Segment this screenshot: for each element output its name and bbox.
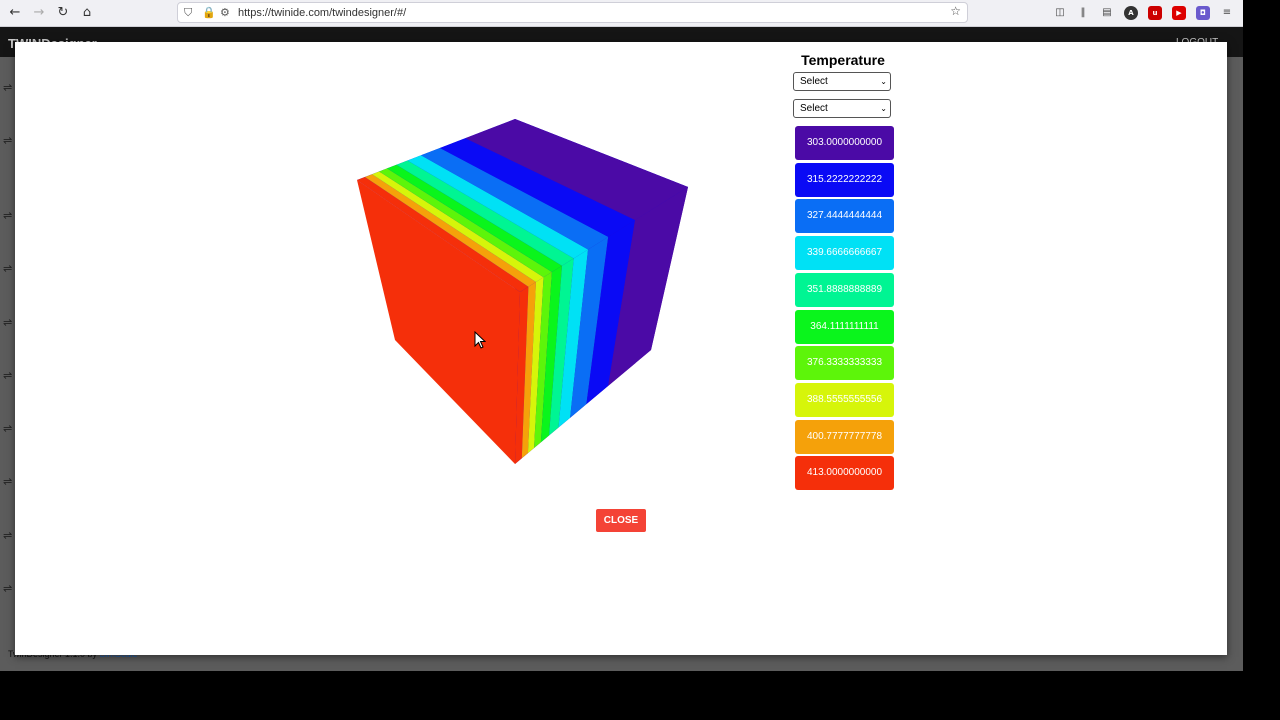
settings-sliders-icon[interactable]: ⇌ bbox=[3, 263, 15, 275]
3d-cube-viewer[interactable] bbox=[15, 42, 755, 482]
extension-icon[interactable]: ▶ bbox=[1172, 6, 1186, 20]
legend-item: 376.3333333333 bbox=[795, 346, 894, 381]
account-icon[interactable]: A bbox=[1124, 6, 1138, 20]
settings-sliders-icon[interactable]: ⇌ bbox=[3, 476, 15, 488]
settings-sliders-icon[interactable]: ⇌ bbox=[3, 210, 15, 222]
legend-item: 413.0000000000 bbox=[795, 456, 894, 491]
legend-item: 400.7777777778 bbox=[795, 419, 894, 454]
extension-2-icon[interactable]: ◘ bbox=[1196, 6, 1210, 20]
url-text[interactable]: https://twinide.com/twindesigner/#/ bbox=[238, 6, 406, 20]
address-bar[interactable]: ⛉ 🔒 ⚙ https://twinide.com/twindesigner/#… bbox=[177, 2, 968, 23]
reload-icon[interactable]: ↻ bbox=[54, 4, 72, 22]
settings-sliders-icon[interactable]: ⇌ bbox=[3, 135, 15, 147]
pocket-icon[interactable]: ◫ bbox=[1053, 6, 1067, 20]
forward-icon[interactable]: → bbox=[30, 4, 48, 22]
component-select-value: Select bbox=[800, 103, 828, 114]
menu-icon[interactable]: ≡ bbox=[1220, 6, 1234, 20]
ublock-icon[interactable]: u bbox=[1148, 6, 1162, 20]
field-select[interactable]: Select ⌄ bbox=[793, 72, 891, 91]
legend-item: 364.1111111111 bbox=[795, 309, 894, 344]
results-modal: Temperature Select ⌄ Select ⌄ 303.000000… bbox=[15, 42, 1227, 655]
legend-item: 303.0000000000 bbox=[795, 126, 894, 160]
chevron-down-icon: ⌄ bbox=[880, 77, 887, 86]
permissions-icon[interactable]: ⚙ bbox=[220, 5, 230, 21]
home-icon[interactable]: ⌂ bbox=[78, 4, 96, 22]
back-icon[interactable]: ← bbox=[6, 4, 24, 22]
browser-toolbar: ← → ↻ ⌂ ⛉ 🔒 ⚙ https://twinide.com/twinde… bbox=[0, 0, 1243, 27]
settings-sliders-icon[interactable]: ⇌ bbox=[3, 530, 15, 542]
legend-title: Temperature bbox=[801, 52, 885, 68]
settings-sliders-icon[interactable]: ⇌ bbox=[3, 82, 15, 94]
settings-sliders-icon[interactable]: ⇌ bbox=[3, 583, 15, 595]
bookmark-star-icon[interactable]: ☆ bbox=[950, 4, 961, 18]
library-icon[interactable]: ‖ bbox=[1076, 6, 1090, 20]
reader-view-icon[interactable]: ▤ bbox=[1100, 6, 1114, 20]
shield-icon[interactable]: ⛉ bbox=[184, 5, 192, 21]
chevron-down-icon: ⌄ bbox=[880, 104, 887, 113]
legend-item: 339.6666666667 bbox=[795, 236, 894, 271]
mouse-cursor-icon bbox=[474, 331, 486, 349]
component-select[interactable]: Select ⌄ bbox=[793, 99, 891, 118]
settings-sliders-icon[interactable]: ⇌ bbox=[3, 423, 15, 435]
field-select-value: Select bbox=[800, 76, 828, 87]
legend-item: 351.8888888889 bbox=[795, 272, 894, 307]
legend-item: 388.5555555556 bbox=[795, 382, 894, 417]
legend-item: 327.4444444444 bbox=[795, 199, 894, 234]
legend-item: 315.2222222222 bbox=[795, 162, 894, 197]
settings-sliders-icon[interactable]: ⇌ bbox=[3, 317, 15, 329]
settings-sliders-icon[interactable]: ⇌ bbox=[3, 370, 15, 382]
lock-icon[interactable]: 🔒 bbox=[202, 5, 216, 21]
close-button[interactable]: CLOSE bbox=[596, 509, 646, 532]
